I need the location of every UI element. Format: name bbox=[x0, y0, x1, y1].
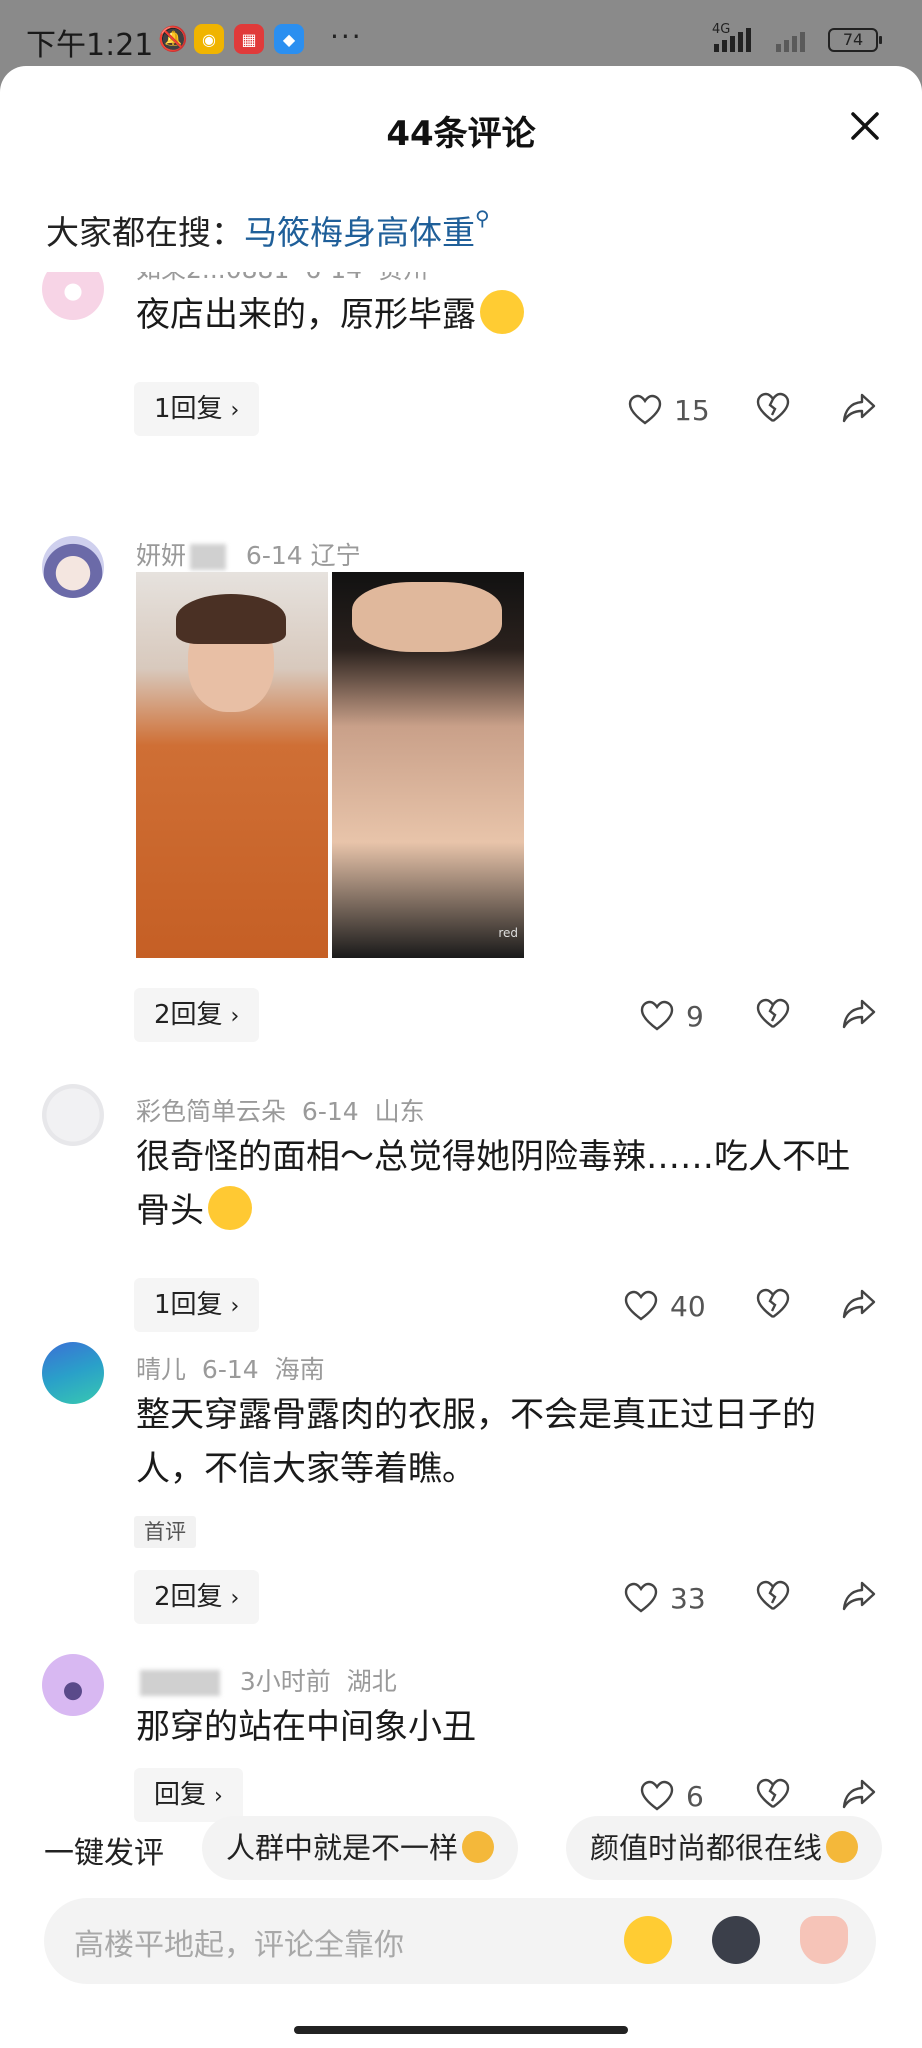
share-icon[interactable] bbox=[842, 1284, 876, 1324]
replies-button[interactable]: 2回复 › bbox=[134, 1570, 260, 1624]
share-icon[interactable] bbox=[842, 1576, 876, 1616]
comment-meta: 妍妍 6-14 辽宁 bbox=[136, 536, 361, 572]
news-icon: ▦ bbox=[234, 24, 264, 54]
battery-icon: 74 bbox=[828, 28, 882, 52]
replies-button[interactable]: 2回复 › bbox=[134, 988, 260, 1042]
trending-search: 大家都在搜：马筱梅身高体重⚲ bbox=[46, 206, 490, 254]
avatar[interactable] bbox=[42, 1084, 104, 1146]
comment-location: 山东 bbox=[374, 1097, 425, 1126]
comment-input-placeholder: 高楼平地起，评论全靠你 bbox=[74, 1928, 404, 1963]
share-icon[interactable] bbox=[842, 1774, 876, 1814]
comment-date: 6-14 bbox=[301, 1097, 359, 1126]
avatar[interactable] bbox=[42, 536, 104, 598]
thumbs-up-icon bbox=[826, 1831, 859, 1863]
heart-icon bbox=[624, 1582, 658, 1613]
avatar[interactable] bbox=[42, 272, 104, 320]
dark-face-icon[interactable] bbox=[712, 1916, 760, 1964]
heart-icon bbox=[624, 1290, 658, 1321]
signal-icon bbox=[714, 26, 751, 52]
quick-comment-label: 一键发评 bbox=[44, 1836, 164, 1871]
share-icon[interactable] bbox=[842, 994, 876, 1034]
comment-date: 6-14 bbox=[245, 541, 303, 570]
comment-input[interactable]: 高楼平地起，评论全靠你 bbox=[44, 1898, 876, 1984]
quick-chip-2[interactable]: 颜值时尚都很在线 bbox=[566, 1816, 883, 1880]
avatar[interactable] bbox=[42, 1342, 104, 1404]
comment-date: 6-14 bbox=[201, 1355, 259, 1384]
heart-icon bbox=[640, 1000, 674, 1031]
comment-location: 贵州 bbox=[378, 272, 428, 284]
quick-chip-1[interactable]: 人群中就是不一样 bbox=[202, 1816, 519, 1880]
avatar[interactable] bbox=[42, 1654, 104, 1716]
comment-text: 夜店出来的，原形毕露 bbox=[136, 288, 876, 342]
dislike-icon[interactable] bbox=[756, 1774, 790, 1814]
replies-button[interactable]: 1回复 › bbox=[134, 1278, 260, 1332]
replies-button[interactable]: 1回复 › bbox=[134, 382, 260, 436]
comment-date: 3小时前 bbox=[239, 1667, 331, 1696]
share-icon[interactable] bbox=[842, 388, 876, 428]
like-button[interactable]: 9 bbox=[640, 996, 704, 1036]
heart-icon bbox=[628, 394, 662, 425]
comment-image[interactable]: red bbox=[136, 572, 524, 958]
close-icon[interactable] bbox=[845, 106, 885, 146]
sheet-title: 44条评论 bbox=[386, 114, 536, 154]
heart-icon bbox=[640, 1780, 674, 1811]
like-button[interactable]: 40 bbox=[624, 1286, 706, 1326]
photo-left bbox=[136, 572, 328, 958]
comment-meta: 如果2...0881 6-14 贵州 bbox=[136, 272, 428, 286]
comment-list: 如果2...0881 6-14 贵州 夜店出来的，原形毕露 1回复› 15 妍妍… bbox=[0, 272, 922, 1832]
grinning-face-icon bbox=[480, 290, 524, 334]
weibo-icon: ◉ bbox=[194, 24, 224, 54]
like-count: 40 bbox=[670, 1289, 706, 1323]
dislike-icon[interactable] bbox=[756, 388, 790, 428]
trending-search-link[interactable]: 马筱梅身高体重⚲ bbox=[244, 206, 490, 252]
comment-location: 海南 bbox=[274, 1355, 325, 1384]
like-count: 15 bbox=[674, 393, 710, 427]
quick-comment-row: 一键发评 人群中就是不一样 颜值时尚都很在线 bbox=[0, 1816, 922, 1880]
comment-location: 湖北 bbox=[346, 1667, 397, 1696]
signal-2-icon bbox=[776, 26, 805, 52]
comment-sheet: 44条评论 大家都在搜：马筱梅身高体重⚲ 如果2...0881 6-14 贵州 … bbox=[0, 66, 922, 2048]
dislike-icon[interactable] bbox=[756, 994, 790, 1034]
comment-meta: 晴儿 6-14 海南 bbox=[136, 1350, 325, 1386]
chat-icon: ◆ bbox=[274, 24, 304, 54]
like-count: 9 bbox=[686, 999, 704, 1033]
like-button[interactable]: 33 bbox=[624, 1578, 706, 1618]
clapping-hands-icon bbox=[462, 1831, 495, 1863]
crying-face-icon[interactable] bbox=[624, 1916, 672, 1964]
comment-text: 很奇怪的面相～总觉得她阴险毒辣……吃人不吐骨头 bbox=[136, 1137, 850, 1231]
comment-user[interactable]: 晴儿 bbox=[136, 1355, 186, 1384]
comment-location: 辽宁 bbox=[310, 541, 361, 570]
trending-search-prefix: 大家都在搜： bbox=[46, 213, 244, 252]
watermark: red bbox=[498, 926, 518, 940]
comment-user[interactable]: 彩色简单云朵 bbox=[136, 1097, 286, 1126]
first-comment-badge: 首评 bbox=[134, 1516, 196, 1548]
mute-icon: 🔕 bbox=[158, 25, 188, 53]
comment-meta: 彩色简单云朵 6-14 山东 bbox=[136, 1092, 425, 1128]
like-count: 6 bbox=[686, 1779, 704, 1813]
replies-button[interactable]: 回复 › bbox=[134, 1768, 243, 1822]
comment-user[interactable]: 如果2...0881 bbox=[136, 272, 289, 284]
dislike-icon[interactable] bbox=[756, 1284, 790, 1324]
more-notifications-icon: ··· bbox=[330, 20, 363, 53]
search-icon: ⚲ bbox=[475, 206, 490, 230]
home-indicator[interactable] bbox=[294, 2026, 628, 2034]
photo-right: red bbox=[332, 572, 524, 958]
comment-date: 6-14 bbox=[305, 272, 362, 284]
comment-text: 整天穿露骨露肉的衣服，不会是真正过日子的人，不信大家等着瞧。 bbox=[136, 1395, 816, 1489]
like-button[interactable]: 15 bbox=[628, 390, 710, 430]
comment-text: 那穿的站在中间象小丑 bbox=[136, 1707, 476, 1747]
like-button[interactable]: 6 bbox=[640, 1776, 704, 1816]
status-time: 下午1:21 bbox=[26, 28, 154, 63]
dislike-icon[interactable] bbox=[756, 1576, 790, 1616]
status-bar: 下午1:21 🔕 ◉ ▦ ◆ ··· 4G 74 bbox=[0, 0, 922, 66]
praying-hands-icon[interactable] bbox=[800, 1916, 848, 1964]
comment-meta: 3小时前 湖北 bbox=[136, 1662, 397, 1698]
like-count: 33 bbox=[670, 1581, 706, 1615]
laughing-crying-face-icon bbox=[208, 1186, 252, 1230]
comment-user[interactable]: 妍妍 bbox=[136, 541, 186, 570]
